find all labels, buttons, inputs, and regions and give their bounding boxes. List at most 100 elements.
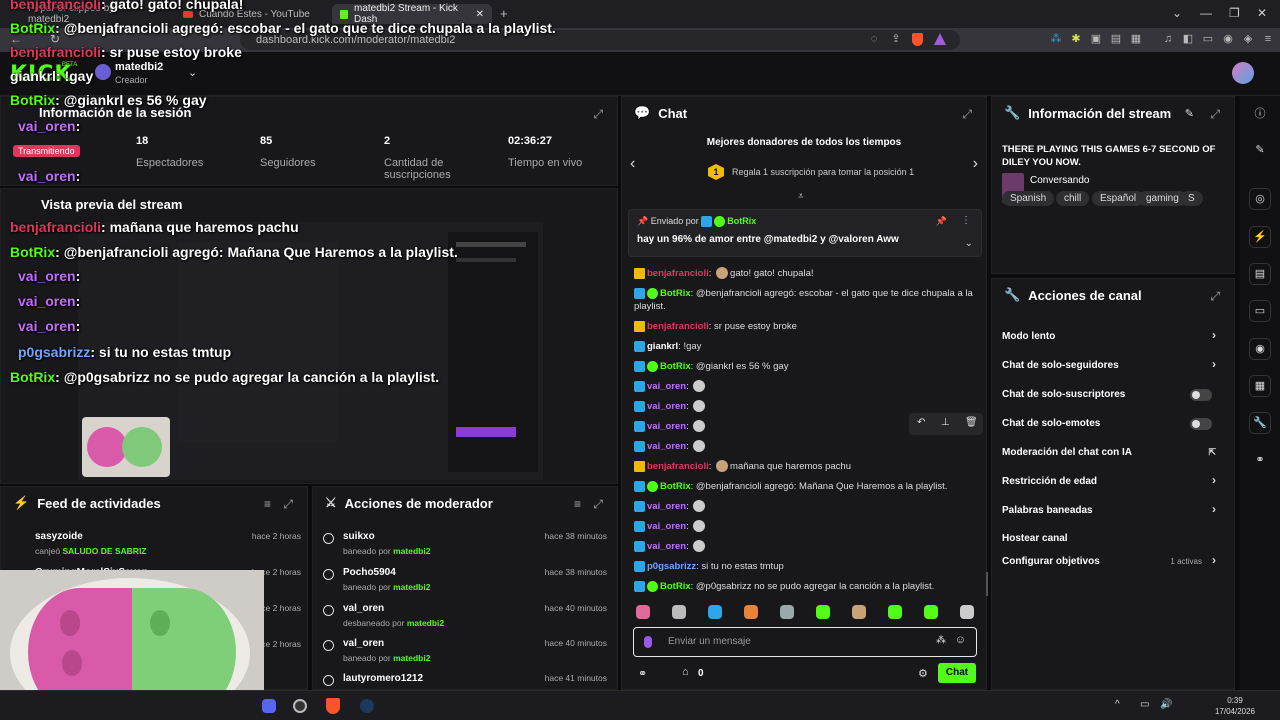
wallet-icon[interactable]: ▭	[1202, 33, 1214, 45]
chat-message[interactable]: giankrl: !gay	[634, 340, 701, 354]
donors-next-icon[interactable]: ›	[973, 155, 978, 173]
feed-item[interactable]: sasyzoide canjeó SALUDO DE SABRIZ hace 2…	[11, 531, 301, 556]
stream-tag[interactable]: chill	[1056, 191, 1090, 206]
channel-action-row[interactable]: Modo lento ›	[1002, 328, 1224, 342]
chat-username[interactable]: vai_oren	[647, 521, 686, 532]
broadcast-icon[interactable]: ◉	[1249, 338, 1271, 360]
points-icon[interactable]: ⚭	[638, 667, 647, 680]
channel-action-row[interactable]: Hostear canal	[1002, 533, 1224, 544]
chat-message[interactable]: BotRix: @giankrl es 56 % gay	[634, 360, 788, 374]
chat-input[interactable]: Enviar un mensaje ⁂ ☺	[633, 627, 977, 657]
music-icon[interactable]: ♫	[1162, 33, 1174, 45]
chat-username[interactable]: vai_oren	[647, 441, 686, 452]
sidebar-icon[interactable]: ◧	[1182, 33, 1194, 45]
notes-icon[interactable]: ▤	[1249, 263, 1271, 285]
emote-shortcut-icon[interactable]	[780, 605, 794, 619]
gift-icon[interactable]: ⌂	[682, 666, 689, 678]
volume-icon[interactable]: 🔊	[1160, 699, 1172, 710]
stream-tag[interactable]: Spanish	[1002, 191, 1055, 206]
extension-box-icon[interactable]: ▤	[1110, 33, 1122, 45]
mod-action-item[interactable]: val_oren baneado por matedbi2 hace 40 minu…	[323, 638, 607, 663]
menu-icon[interactable]: ≡	[1262, 33, 1274, 45]
channel-action-row[interactable]: Moderación del chat con IA ⇱	[1002, 447, 1224, 458]
discord-icon[interactable]	[262, 699, 276, 713]
tab-list-icon[interactable]: ⌄	[1172, 6, 1182, 20]
chat-username[interactable]: vai_oren	[647, 541, 686, 552]
close-window-button[interactable]: ✕	[1257, 6, 1267, 20]
channel-action-row[interactable]: Chat de solo-suscriptores	[1002, 389, 1224, 401]
emote-shortcut-icon[interactable]	[888, 605, 902, 619]
chat-message[interactable]: benjafrancioli: mañana que haremos pachu	[634, 460, 851, 474]
mute-icon[interactable]: ◌	[868, 33, 880, 45]
emote-shortcut-icon[interactable]	[924, 605, 938, 619]
emote-shortcut-icon[interactable]	[636, 605, 650, 619]
chevron-down-icon[interactable]: ⌄	[965, 238, 973, 249]
category-name[interactable]: Conversando	[1030, 175, 1089, 186]
extension-photo-icon[interactable]: ▦	[1130, 33, 1142, 45]
vpn-icon[interactable]: ◉	[1222, 33, 1234, 45]
rewards-icon[interactable]	[934, 33, 946, 45]
leo-icon[interactable]: ◈	[1242, 33, 1254, 45]
extension-gamepad-icon[interactable]: ▣	[1090, 33, 1102, 45]
info-icon[interactable]: ⓘ	[1249, 104, 1271, 126]
delete-icon[interactable]: 🗑	[965, 417, 978, 428]
chat-username[interactable]: benjafrancioli	[647, 268, 709, 279]
layers-icon[interactable]: ▦	[1249, 375, 1271, 397]
new-tab-button[interactable]: +	[500, 6, 508, 21]
chat-message[interactable]: vai_oren:	[634, 500, 707, 514]
toggle-switch[interactable]	[1190, 389, 1212, 401]
pin-icon[interactable]: 📌	[936, 216, 947, 227]
emoji-icon[interactable]: ☺	[955, 634, 966, 646]
expand-icon[interactable]: ⤢	[1210, 107, 1220, 122]
chat-message[interactable]: vai_oren:	[634, 420, 707, 434]
chat-username[interactable]: BotRix	[660, 481, 691, 492]
channel-switcher-chevron-icon[interactable]: ⌄	[188, 66, 197, 79]
emote-shortcut-icon[interactable]	[960, 605, 974, 619]
filter-icon[interactable]: ≡	[574, 497, 581, 511]
chat-username[interactable]: BotRix	[660, 288, 691, 299]
chat-message[interactable]: vai_oren:	[634, 400, 707, 414]
send-chat-button[interactable]: Chat	[938, 663, 976, 683]
extension-star-icon[interactable]: ✱	[1070, 33, 1082, 45]
pinned-message[interactable]: 📌 Enviado por BotRix hay un 96% de amor …	[628, 209, 982, 257]
mic-icon[interactable]	[644, 636, 652, 648]
channel-action-row[interactable]: Configurar objetivos › 1 activas	[1002, 553, 1224, 567]
chat-username[interactable]: p0gsabrizz	[647, 561, 696, 572]
clock[interactable]: 0:39 17/04/2026	[1210, 695, 1260, 717]
pencil-icon[interactable]: ✎	[1249, 140, 1271, 162]
brave-shield-icon[interactable]	[912, 33, 923, 46]
close-tab-icon[interactable]: ✕	[476, 9, 484, 20]
expand-icon[interactable]: ⤢	[593, 497, 603, 512]
mod-action-item[interactable]: lautyromero1212 hace 41 minutos	[323, 673, 607, 686]
target-icon[interactable]: ◎	[1249, 188, 1271, 210]
lightning-icon[interactable]: ⚡	[1249, 226, 1271, 248]
chat-username[interactable]: vai_oren	[647, 421, 686, 432]
chat-icon[interactable]: ▭	[1249, 300, 1271, 322]
chat-username[interactable]: BotRix	[660, 361, 691, 372]
pin-message-icon[interactable]: ⊥	[941, 417, 950, 428]
chat-username[interactable]: benjafrancioli	[647, 321, 709, 332]
chat-message[interactable]: playlist.	[634, 300, 666, 314]
chat-message[interactable]: BotRix: @p0gsabrizz no se pudo agregar l…	[634, 580, 934, 594]
channel-action-row[interactable]: Chat de solo-emotes	[1002, 418, 1224, 430]
steam-icon[interactable]	[360, 699, 374, 713]
emote-shortcut-icon[interactable]	[852, 605, 866, 619]
mod-action-item[interactable]: Pocho5904 baneado por matedbi2 hace 38 min…	[323, 567, 607, 592]
brave-icon[interactable]	[326, 698, 340, 714]
stream-tag[interactable]: S	[1180, 191, 1203, 206]
network-icon[interactable]: ▭	[1140, 699, 1149, 710]
chat-username[interactable]: vai_oren	[647, 381, 686, 392]
chat-message[interactable]: BotRix: @benjafrancioli agregó: Mañana Q…	[634, 480, 947, 494]
chat-username[interactable]: benjafrancioli	[647, 461, 709, 472]
channel-action-row[interactable]: Chat de solo-seguidores ›	[1002, 357, 1224, 371]
connections-icon[interactable]: ⚭	[1249, 450, 1271, 472]
expand-icon[interactable]: ⤢	[283, 497, 293, 512]
expand-icon[interactable]: ⤢	[962, 107, 972, 122]
channel-action-row[interactable]: Palabras baneadas ›	[1002, 502, 1224, 516]
kick-emote-icon[interactable]: ⁂	[936, 635, 946, 646]
maximize-button[interactable]: ❐	[1229, 6, 1240, 20]
extension-icon[interactable]: ⁂	[1050, 33, 1062, 45]
mod-action-item[interactable]: val_oren desbaneado por matedbi2 hace 40 m…	[323, 603, 607, 628]
filter-icon[interactable]: ≡	[264, 497, 271, 511]
edit-icon[interactable]: ✎	[1185, 107, 1194, 120]
